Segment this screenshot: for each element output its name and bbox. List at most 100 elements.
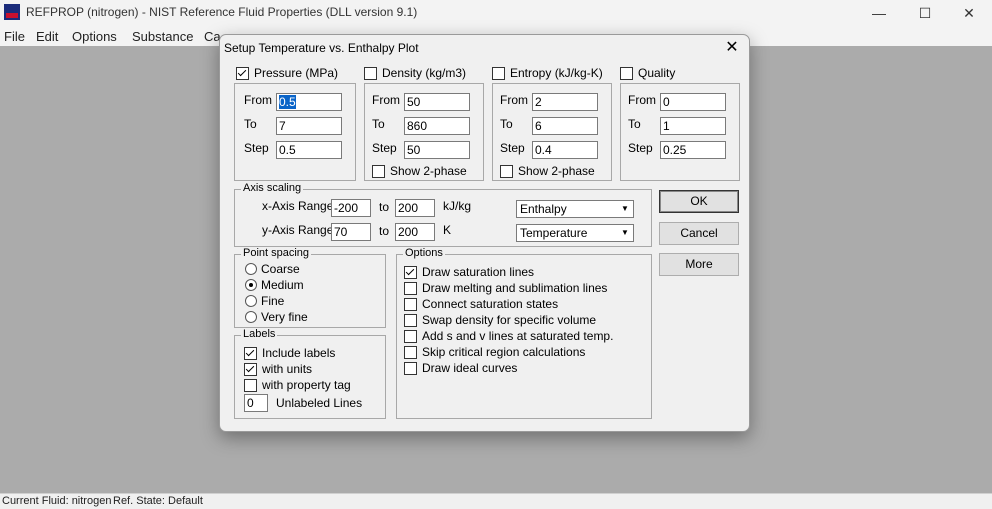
point-spacing-title: Point spacing — [241, 247, 312, 259]
skip-critical-region-label: Skip critical region calculations — [422, 345, 586, 359]
density-to-input[interactable]: 860 — [404, 117, 470, 135]
ok-button[interactable]: OK — [659, 190, 739, 213]
quality-label: Quality — [638, 66, 676, 80]
skip-critical-region-checkbox[interactable] — [404, 346, 417, 359]
chevron-down-icon: ▼ — [621, 228, 629, 237]
entropy-show2phase-label: Show 2-phase — [518, 164, 595, 178]
connect-saturation-states-label: Connect saturation states — [422, 297, 559, 311]
point-spacing-very-fine-radio[interactable] — [245, 311, 257, 323]
options-title: Options — [403, 247, 445, 259]
density-step-label: Step — [372, 141, 397, 155]
density-from-label: From — [372, 93, 400, 107]
x-axis-property-select[interactable]: Enthalpy ▼ — [516, 200, 634, 218]
y-axis-unit: K — [443, 223, 452, 237]
swap-density-label: Swap density for specific volume — [422, 313, 597, 327]
quality-checkbox[interactable] — [620, 67, 633, 80]
unlabeled-lines-input[interactable]: 0 — [244, 394, 268, 412]
point-spacing-fine-radio[interactable] — [245, 295, 257, 307]
with-property-tag-checkbox[interactable] — [244, 379, 257, 392]
menu-options[interactable]: Options — [72, 29, 117, 44]
entropy-step-input[interactable]: 0.4 — [532, 141, 598, 159]
entropy-show2phase-checkbox[interactable] — [500, 165, 513, 178]
entropy-label: Entropy (kJ/kg-K) — [510, 66, 603, 80]
status-ref-state: Ref. State: Default — [113, 495, 203, 507]
entropy-to-input[interactable]: 6 — [532, 117, 598, 135]
cancel-button[interactable]: Cancel — [659, 222, 739, 245]
y-axis-range-label: y-Axis Range — [262, 223, 334, 237]
y-axis-property-select[interactable]: Temperature ▼ — [516, 224, 634, 242]
dialog-title: Setup Temperature vs. Enthalpy Plot — [224, 41, 419, 55]
draw-saturation-lines-label: Draw saturation lines — [422, 265, 535, 279]
x-axis-to-input[interactable]: 200 — [395, 199, 435, 217]
draw-ideal-curves-label: Draw ideal curves — [422, 361, 518, 375]
add-s-v-lines-label: Add s and v lines at saturated temp. — [422, 329, 614, 343]
quality-step-input[interactable]: 0.25 — [660, 141, 726, 159]
draw-melting-lines-label: Draw melting and sublimation lines — [422, 281, 608, 295]
menu-file[interactable]: File — [4, 29, 25, 44]
density-label: Density (kg/m3) — [382, 66, 467, 80]
entropy-from-label: From — [500, 93, 528, 107]
entropy-step-label: Step — [500, 141, 525, 155]
with-units-label: with units — [262, 362, 313, 376]
quality-from-input[interactable]: 0 — [660, 93, 726, 111]
point-spacing-coarse-radio[interactable] — [245, 263, 257, 275]
x-axis-range-label: x-Axis Range — [262, 199, 334, 213]
density-step-input[interactable]: 50 — [404, 141, 470, 159]
status-bar: Current Fluid: nitrogen Ref. State: Defa… — [0, 493, 992, 509]
maximize-button[interactable]: ☐ — [902, 0, 948, 26]
window-title: REFPROP (nitrogen) - NIST Reference Flui… — [26, 5, 418, 19]
entropy-to-label: To — [500, 117, 513, 131]
minimize-button[interactable]: — — [856, 0, 902, 26]
density-show2phase-label: Show 2-phase — [390, 164, 467, 178]
density-checkbox[interactable] — [364, 67, 377, 80]
draw-ideal-curves-checkbox[interactable] — [404, 362, 417, 375]
entropy-from-input[interactable]: 2 — [532, 93, 598, 111]
density-to-label: To — [372, 117, 385, 131]
pressure-to-label: To — [244, 117, 257, 131]
include-labels-checkbox[interactable] — [244, 347, 257, 360]
point-spacing-medium-label: Medium — [261, 278, 304, 292]
x-axis-unit: kJ/kg — [443, 199, 472, 213]
labels-title: Labels — [241, 328, 278, 340]
with-property-tag-label: with property tag — [262, 378, 351, 392]
axis-scaling-title: Axis scaling — [241, 182, 304, 194]
draw-saturation-lines-checkbox[interactable] — [404, 266, 417, 279]
pressure-checkbox[interactable] — [236, 67, 249, 80]
add-s-v-lines-checkbox[interactable] — [404, 330, 417, 343]
quality-to-label: To — [628, 117, 641, 131]
quality-from-label: From — [628, 93, 656, 107]
quality-to-input[interactable]: 1 — [660, 117, 726, 135]
density-from-input[interactable]: 50 — [404, 93, 470, 111]
unlabeled-lines-label: Unlabeled Lines — [276, 396, 363, 410]
pressure-from-input[interactable]: 0.5 — [276, 93, 342, 111]
point-spacing-fine-label: Fine — [261, 294, 285, 308]
dialog-close-icon[interactable]: ✕ — [721, 37, 743, 59]
y-axis-from-input[interactable]: 70 — [331, 223, 371, 241]
setup-plot-dialog: Setup Temperature vs. Enthalpy Plot ✕ Pr… — [219, 34, 750, 432]
pressure-from-label: From — [244, 93, 272, 107]
menu-edit[interactable]: Edit — [36, 29, 58, 44]
draw-melting-lines-checkbox[interactable] — [404, 282, 417, 295]
with-units-checkbox[interactable] — [244, 363, 257, 376]
x-axis-to-word: to — [379, 200, 390, 214]
window-titlebar: REFPROP (nitrogen) - NIST Reference Flui… — [0, 0, 992, 26]
swap-density-checkbox[interactable] — [404, 314, 417, 327]
point-spacing-medium-radio[interactable] — [245, 279, 257, 291]
pressure-step-input[interactable]: 0.5 — [276, 141, 342, 159]
close-button[interactable]: ✕ — [946, 0, 992, 26]
y-axis-to-input[interactable]: 200 — [395, 223, 435, 241]
point-spacing-coarse-label: Coarse — [261, 262, 300, 276]
y-axis-to-word: to — [379, 224, 390, 238]
more-button[interactable]: More — [659, 253, 739, 276]
pressure-to-input[interactable]: 7 — [276, 117, 342, 135]
status-current-fluid: Current Fluid: nitrogen — [2, 495, 112, 507]
include-labels-label: Include labels — [262, 346, 336, 360]
quality-step-label: Step — [628, 141, 653, 155]
point-spacing-very-fine-label: Very fine — [261, 310, 308, 324]
density-show2phase-checkbox[interactable] — [372, 165, 385, 178]
x-axis-from-input[interactable]: -200 — [331, 199, 371, 217]
menu-substance[interactable]: Substance — [132, 29, 193, 44]
entropy-checkbox[interactable] — [492, 67, 505, 80]
connect-saturation-states-checkbox[interactable] — [404, 298, 417, 311]
pressure-step-label: Step — [244, 141, 269, 155]
